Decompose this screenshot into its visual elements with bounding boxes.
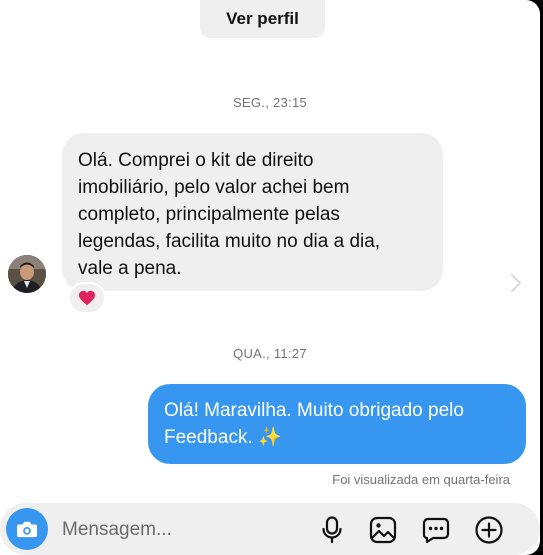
add-button[interactable] — [473, 514, 505, 546]
outgoing-message-bubble[interactable]: Olá! Maravilha. Muito obrigado pelo Feed… — [148, 384, 526, 464]
message-line: Olá! Maravilha. Muito obrigado pelo — [164, 400, 464, 421]
message-line: legendas, facilita muito no dia a dia, — [78, 231, 381, 252]
microphone-icon — [322, 516, 342, 544]
view-profile-button[interactable]: Ver perfil — [200, 0, 325, 38]
message-line: Feedback. ✨ — [164, 427, 282, 448]
camera-icon — [17, 521, 37, 538]
seen-status: Foi visualizada em quarta-feira — [332, 472, 510, 487]
message-line: vale a pena. — [78, 258, 182, 279]
microphone-button[interactable] — [316, 514, 348, 546]
message-line: completo, principalmente pelas — [78, 204, 340, 225]
heart-reaction[interactable] — [68, 282, 106, 314]
plus-circle-icon — [475, 516, 503, 544]
sticker-icon — [422, 517, 450, 544]
avatar[interactable] — [8, 255, 46, 293]
timestamp-divider: QUA., 11:27 — [233, 346, 307, 361]
incoming-message-bubble[interactable]: Olá. Comprei o kit de direito imobiliári… — [62, 133, 443, 291]
message-line: imobiliário, pelo valor achei bem — [78, 177, 350, 198]
message-line: Olá. Comprei o kit de direito — [78, 150, 314, 171]
image-icon — [369, 516, 397, 544]
avatar-photo — [8, 255, 46, 293]
sticker-button[interactable] — [420, 514, 452, 546]
heart-icon — [79, 290, 95, 306]
camera-button[interactable] — [6, 508, 48, 550]
timestamp-divider: SEG., 23:15 — [232, 95, 308, 110]
chat-screen: Ver perfil SEG., 23:15 Olá. Comprei o ki… — [0, 0, 540, 555]
gallery-button[interactable] — [367, 514, 399, 546]
chevron-right-icon[interactable] — [509, 272, 523, 294]
message-input[interactable] — [62, 514, 302, 546]
